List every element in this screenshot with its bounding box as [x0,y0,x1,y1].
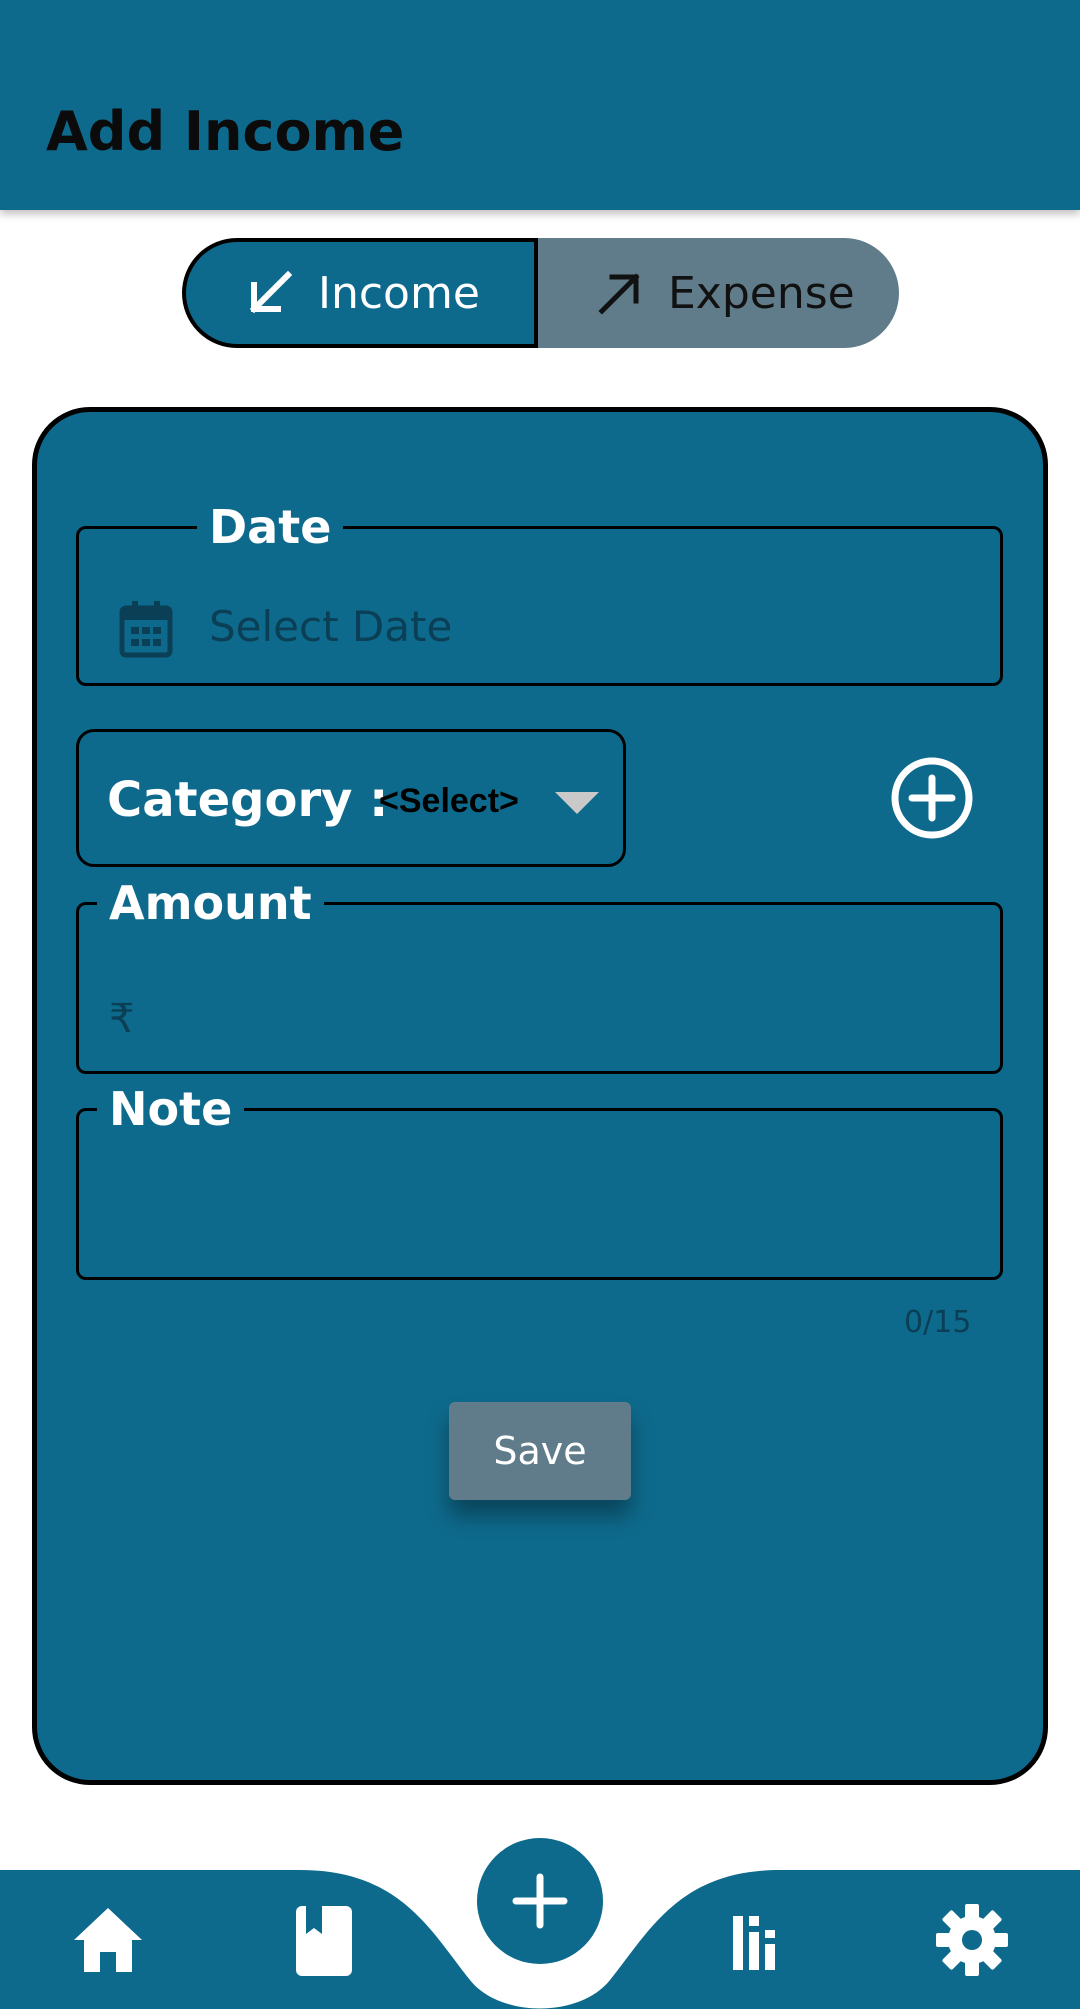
gear-icon[interactable] [932,1900,1012,1980]
arrow-down-left-icon [249,270,293,314]
amount-field[interactable]: Amount ₹ [76,880,1003,1074]
app-bar: Add Income [0,0,1080,210]
date-placeholder: Select Date [209,602,453,651]
note-field[interactable]: Note [76,1086,1003,1280]
note-char-counter: 0/15 [904,1305,972,1340]
tab-income[interactable]: Income [182,238,538,348]
arrow-up-right-icon [598,273,640,315]
income-expense-toggle: Income Expense [182,238,899,348]
add-fab-button[interactable] [477,1838,603,1964]
amount-label: Amount [109,876,312,930]
book-icon[interactable] [284,1900,364,1980]
home-icon[interactable] [68,1900,148,1980]
page-title: Add Income [46,100,405,163]
rupee-prefix: ₹ [109,996,135,1042]
tab-income-label: Income [318,267,480,319]
bar-chart-icon[interactable] [717,1900,797,1980]
dropdown-arrow-icon [555,792,599,814]
tab-expense[interactable]: Expense [538,238,899,348]
date-field[interactable]: Date Select Date [76,504,1003,686]
save-button[interactable]: Save [449,1402,631,1500]
category-dropdown[interactable]: Category : <Select> [76,729,626,867]
plus-icon [512,1873,568,1929]
category-label: Category : [107,772,389,828]
calendar-icon [119,601,173,658]
note-label: Note [109,1082,233,1136]
add-category-icon[interactable] [890,756,974,840]
tab-expense-label: Expense [668,267,855,319]
date-label: Date [209,500,332,554]
category-value: <Select> [379,782,519,820]
